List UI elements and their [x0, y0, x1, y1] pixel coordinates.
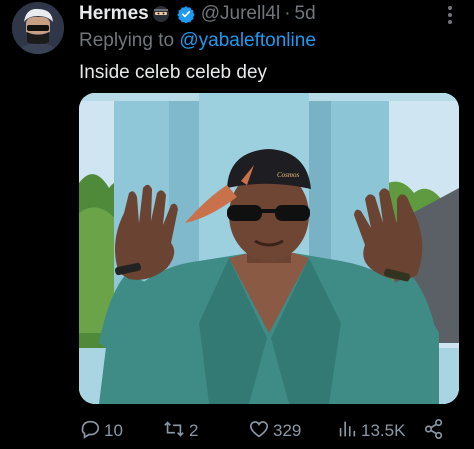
- display-name[interactable]: Hermes: [79, 3, 149, 25]
- replying-to: Replying to @yabaleftonline: [79, 30, 316, 52]
- retweet-icon: [162, 418, 189, 445]
- reply-button[interactable]: 10: [79, 418, 123, 444]
- more-vertical-icon[interactable]: [438, 4, 462, 26]
- retweet-button[interactable]: 2: [162, 418, 198, 444]
- like-button[interactable]: 329: [248, 418, 301, 444]
- reply-icon: [79, 418, 104, 445]
- tweet-text: Inside celeb celeb dey: [79, 62, 268, 83]
- avatar[interactable]: [12, 2, 64, 54]
- ninja-emoji-icon: [151, 4, 171, 24]
- verified-badge-icon: [177, 5, 195, 23]
- timestamp[interactable]: 5d: [295, 3, 316, 25]
- heart-icon: [248, 418, 273, 445]
- retweet-count: 2: [189, 421, 199, 440]
- like-count: 329: [273, 421, 302, 440]
- reply-count: 10: [104, 421, 123, 440]
- tweet-header: Hermes @Jurell4l · 5d: [79, 2, 434, 26]
- action-bar: 10 2 329 13.5K: [79, 418, 459, 444]
- views-count: 13.5K: [361, 421, 406, 440]
- tweet-image[interactable]: Cosmos: [79, 93, 459, 404]
- share-icon: [423, 418, 448, 445]
- views-button[interactable]: 13.5K: [336, 418, 405, 444]
- reply-mention-link[interactable]: @yabaleftonline: [179, 30, 316, 51]
- cap-text: Cosmos: [277, 171, 299, 179]
- separator: ·: [284, 3, 291, 24]
- share-button[interactable]: [423, 418, 448, 444]
- handle[interactable]: @Jurell4l: [201, 3, 280, 25]
- replying-to-label: Replying to: [79, 30, 175, 51]
- views-bar-chart-icon: [336, 418, 361, 445]
